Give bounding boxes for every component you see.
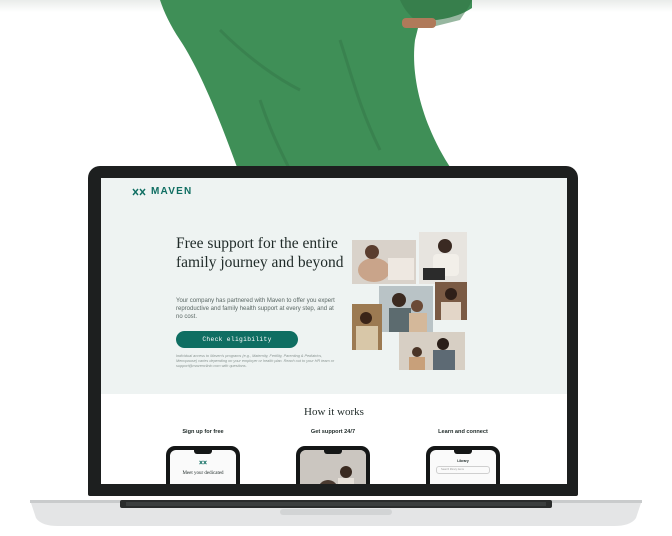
maven-logo-icon — [132, 188, 146, 195]
collage-photo-couple — [352, 304, 382, 350]
person-green-shirt-image — [160, 0, 472, 170]
library-search-field[interactable]: Search library items — [436, 466, 490, 474]
collage-photo-dad-kids — [399, 332, 465, 370]
phone-notch — [194, 450, 212, 454]
library-search-placeholder: Search library items — [441, 468, 464, 471]
phone-notch — [454, 450, 472, 454]
maven-logo-icon — [199, 460, 207, 465]
collage-photo-woman-laptop — [419, 232, 467, 284]
phone-notch — [324, 450, 342, 454]
phone-get-support — [296, 446, 370, 484]
hero-title: Free support for the entire family journ… — [176, 235, 344, 271]
collage-photo-family — [379, 286, 433, 332]
laptop-base — [30, 500, 642, 526]
phone-sign-up-text: Meet your dedicated — [182, 471, 224, 476]
step-sign-up-label: Sign up for free — [182, 429, 224, 435]
check-eligibility-button[interactable]: Check eligibility — [176, 331, 298, 348]
collage-photo-parent-child — [435, 282, 467, 320]
phone-sign-up: Meet your dedicated — [166, 446, 240, 484]
maven-logo[interactable]: MAVEN — [132, 186, 192, 197]
video-call-image — [300, 450, 366, 484]
fine-print: Individual access to Maven's programs (e… — [176, 354, 335, 369]
how-it-works-section: How it works Sign up for free Get suppor… — [101, 394, 567, 484]
how-it-works-title: How it works — [304, 406, 364, 418]
step-get-support-label: Get support 24/7 — [310, 429, 356, 435]
brand-name: MAVEN — [151, 186, 193, 197]
collage-photo-mother-baby — [352, 240, 416, 284]
step-learn-connect-label: Learn and connect — [438, 429, 488, 435]
hero-description: Your company has partnered with Maven to… — [176, 298, 335, 321]
phone-library-title: Library — [457, 459, 469, 463]
phone-learn-connect: Library Search library items — [426, 446, 500, 484]
laptop-screen: MAVEN Free support for the entire family… — [101, 178, 567, 484]
